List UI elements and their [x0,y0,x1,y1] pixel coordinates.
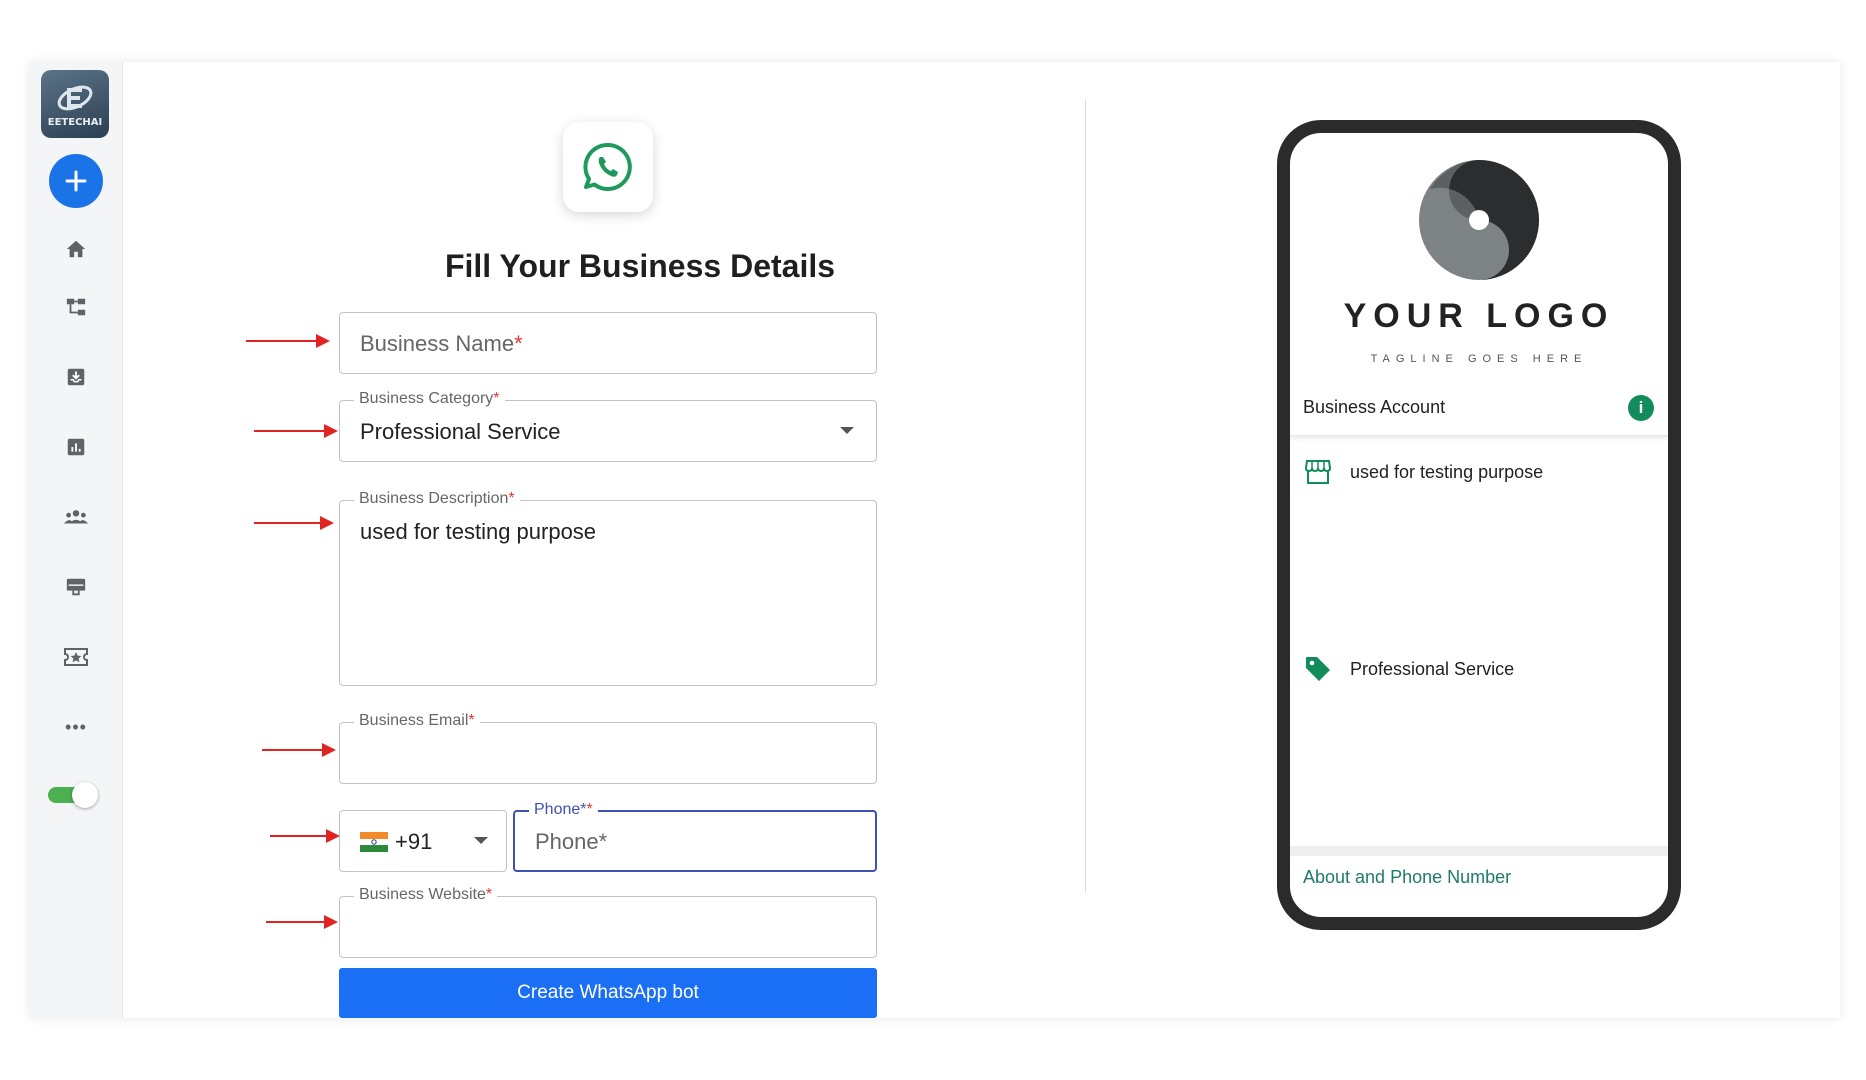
sidebar: EETECHAI ••• [30,62,123,1018]
preview-description-text: used for testing purpose [1350,461,1544,482]
analytics-icon [67,438,85,456]
required-mark: * [485,886,493,903]
sidebar-item-analytics[interactable] [61,432,91,462]
section-divider [1085,100,1086,892]
business-category-label-text: Business Category [359,390,494,407]
whatsapp-logo-card [563,122,653,212]
ticket-star-icon [64,648,88,666]
business-website-field[interactable]: Business Website* [339,886,877,958]
about-and-phone-link[interactable]: About and Phone Number [1303,867,1511,888]
required-mark: * [514,331,523,356]
preview-logo-title: YOUR LOGO [1343,297,1615,335]
annotation-arrow [254,515,334,531]
business-description-label-text: Business Description [359,490,509,507]
placeholder-logo-icon [1419,160,1539,280]
chevron-down-icon [474,837,488,844]
business-email-label-text: Business Email [359,712,469,729]
sidebar-item-home[interactable] [61,234,91,264]
add-button[interactable] [49,154,103,208]
brand-logo[interactable]: EETECHAI [41,70,109,138]
preview-tagline: TAGLINE GOES HERE [1370,353,1588,365]
sidebar-item-campaigns[interactable] [61,642,91,672]
create-whatsapp-bot-button[interactable]: Create WhatsApp bot [339,968,877,1018]
sidebar-item-flows[interactable] [61,292,91,322]
business-name-placeholder: Business Name* [360,331,523,357]
more-options-icon[interactable]: ••• [61,712,91,742]
country-code-value: +91 [395,829,433,854]
home-icon [66,240,86,258]
brand-emblem-icon [57,85,93,110]
annotation-arrow [262,742,336,758]
section-separator [1290,846,1668,856]
desktop-template-icon [66,578,86,596]
phone-label: Phone** [529,801,598,819]
whatsapp-icon [583,142,632,191]
business-description-value: used for testing purpose [360,519,597,544]
brand-logo-text: EETECHAI [47,116,103,128]
country-code-select[interactable]: +91 [339,810,507,872]
status-toggle[interactable] [48,782,98,808]
preview-description-row: used for testing purpose [1304,459,1543,485]
business-website-label-text: Business Website [359,886,486,903]
sidebar-item-templates[interactable] [61,572,91,602]
inbox-download-icon [67,368,85,386]
required-mark: * [468,712,475,729]
chevron-down-icon [840,427,854,434]
flow-tree-icon [66,298,86,316]
form-title: Fill Your Business Details [444,248,836,284]
business-category-value: Professional Service [360,419,561,444]
business-account-row: Business Account i [1290,383,1668,436]
business-description-label: Business Description* [354,490,520,508]
business-email-field[interactable]: Business Email* [339,712,877,784]
india-flag-icon [360,832,388,852]
tag-icon [1306,657,1330,681]
phone-input[interactable]: Phone** Phone* [513,801,877,872]
annotation-arrow [254,423,338,439]
business-website-label: Business Website* [354,886,498,904]
annotation-arrow [266,914,338,930]
business-email-label: Business Email* [354,712,480,730]
plus-icon [65,170,87,192]
required-mark: * [508,490,515,507]
phone-label-text: Phone* [534,801,587,818]
business-name-placeholder-text: Business Name [360,331,515,356]
annotation-arrow [246,333,330,349]
info-icon[interactable]: i [1628,395,1654,421]
group-icon [64,510,88,524]
toggle-knob [72,782,98,808]
business-account-label: Business Account [1303,397,1446,417]
preview-category-text: Professional Service [1350,658,1515,679]
preview-category-row: Professional Service [1304,655,1514,683]
required-mark: * [493,390,500,407]
required-mark: * [586,801,593,818]
whatsapp-profile-preview: YOUR LOGO TAGLINE GOES HERE Business Acc… [1277,120,1681,930]
business-name-field[interactable]: Business Name* [339,312,877,374]
business-description-textarea[interactable]: Business Description* used for testing p… [339,490,877,686]
business-category-label: Business Category* [354,390,505,408]
sidebar-item-inbox[interactable] [61,362,91,392]
phone-placeholder: Phone* [535,829,608,854]
storefront-icon [1304,460,1332,484]
sidebar-item-contacts[interactable] [61,502,91,532]
app-window: EETECHAI ••• Fill Your Business Details … [30,62,1840,1018]
business-category-select[interactable]: Business Category* Professional Service [339,390,877,462]
annotation-arrow [270,828,340,844]
